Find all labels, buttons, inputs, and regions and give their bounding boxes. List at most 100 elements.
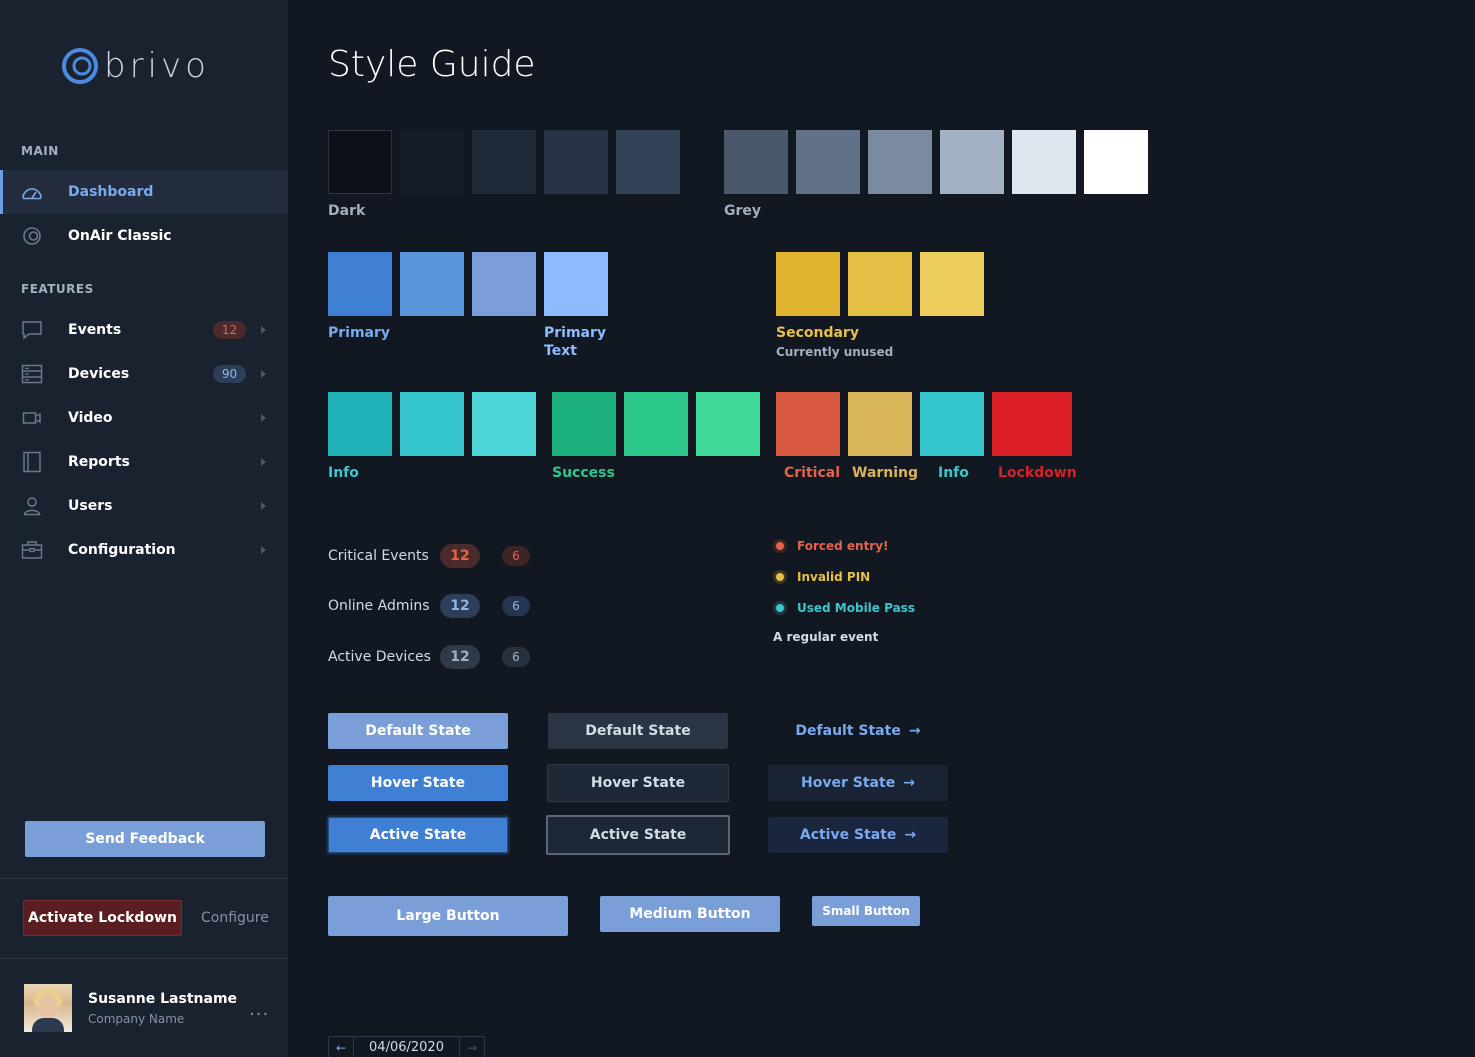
book-icon <box>21 451 43 473</box>
small-button[interactable]: Small Button <box>812 896 920 926</box>
arrow-right-icon: → <box>903 775 915 791</box>
swatch-success-3 <box>696 392 760 456</box>
swatch-label-critical: Critical <box>784 465 841 481</box>
arrow-left-icon[interactable]: ← <box>329 1037 353 1057</box>
swatch-label-primary-text-line1: Primary <box>544 325 607 341</box>
secondary-button-active[interactable]: Active State <box>546 815 730 855</box>
swatch-label-info-status: Info <box>938 465 969 481</box>
swatch-success-2 <box>624 392 688 456</box>
sidebar-divider <box>0 958 288 959</box>
event-item-regular[interactable]: A regular event <box>773 630 878 644</box>
chevron-right-icon <box>261 546 266 554</box>
date-value[interactable]: 04/06/2020 <box>353 1037 460 1057</box>
sidebar-item-dashboard[interactable]: Dashboard <box>0 170 288 214</box>
devices-count-badge: 90 <box>213 365 246 383</box>
swatch-grey-3 <box>868 130 932 194</box>
swatch-secondary-3 <box>920 252 984 316</box>
sidebar-item-label: Events <box>68 322 122 338</box>
swatch-critical <box>776 392 840 456</box>
send-feedback-button[interactable]: Send Feedback <box>25 821 265 857</box>
large-button[interactable]: Large Button <box>328 896 568 936</box>
status-dot-critical-icon <box>773 539 787 553</box>
swatch-grey-6 <box>1084 130 1148 194</box>
event-item-invalid-pin[interactable]: Invalid PIN <box>797 570 870 584</box>
primary-button-hover[interactable]: Hover State <box>328 765 508 801</box>
metric-label-critical-events: Critical Events <box>328 548 429 564</box>
sidebar-divider <box>0 878 288 879</box>
briefcase-icon <box>21 539 43 561</box>
link-button-hover[interactable]: Hover State → <box>768 765 948 801</box>
swatch-primary-2 <box>400 252 464 316</box>
count-pill-small: 6 <box>502 596 530 616</box>
status-dot-warning-icon <box>773 570 787 584</box>
sidebar-item-reports[interactable]: Reports <box>0 440 288 484</box>
swatch-grey-1 <box>724 130 788 194</box>
link-button-default[interactable]: Default State → <box>768 713 948 749</box>
swatch-label-lockdown: Lockdown <box>998 465 1077 481</box>
date-picker[interactable]: ← 04/06/2020 → <box>328 1036 485 1057</box>
metric-label-online-admins: Online Admins <box>328 598 430 614</box>
swatch-secondary-2 <box>848 252 912 316</box>
chat-bubble-icon <box>21 319 43 341</box>
secondary-button-default[interactable]: Default State <box>548 713 728 749</box>
page-title: Style Guide <box>328 44 536 85</box>
count-pill-large: 12 <box>440 645 480 669</box>
link-button-active[interactable]: Active State → <box>768 817 948 853</box>
activate-lockdown-button[interactable]: Activate Lockdown <box>23 900 182 936</box>
sidebar-item-onair-classic[interactable]: OnAir Classic <box>0 214 288 258</box>
primary-button-default[interactable]: Default State <box>328 713 508 749</box>
swatch-primary-text <box>544 252 608 316</box>
count-pill-large: 12 <box>440 544 480 568</box>
swatch-info-3 <box>472 392 536 456</box>
chevron-right-icon <box>261 458 266 466</box>
chevron-right-icon <box>261 326 266 334</box>
medium-button[interactable]: Medium Button <box>600 896 780 932</box>
arrow-right-icon: → <box>904 827 917 843</box>
onair-icon <box>21 225 43 247</box>
section-label-features: FEATURES <box>21 282 94 296</box>
swatch-info-status <box>920 392 984 456</box>
link-button-label: Hover State <box>801 775 896 791</box>
chevron-right-icon <box>261 370 266 378</box>
swatch-label-primary: Primary <box>328 325 391 341</box>
arrow-right-icon: → <box>908 723 921 739</box>
swatch-label-warning: Warning <box>852 465 919 481</box>
sidebar-item-label: Reports <box>68 454 130 470</box>
sidebar-item-label: Devices <box>68 366 130 382</box>
user-name: Susanne Lastname <box>88 991 238 1007</box>
more-options-icon[interactable]: ... <box>249 999 269 1020</box>
sidebar-item-events[interactable]: Events 12 <box>0 308 288 352</box>
event-item-forced-entry[interactable]: Forced entry! <box>797 539 889 553</box>
event-item-mobile-pass[interactable]: Used Mobile Pass <box>797 601 915 615</box>
sidebar-item-video[interactable]: Video <box>0 396 288 440</box>
sidebar-item-label: Configuration <box>68 542 176 558</box>
swatch-dark-5 <box>616 130 680 194</box>
count-pill-small: 6 <box>502 647 530 667</box>
arrow-right-icon[interactable]: → <box>460 1037 484 1057</box>
user-icon <box>21 495 43 517</box>
swatch-info-2 <box>400 392 464 456</box>
link-button-label: Default State <box>795 723 901 739</box>
swatch-grey-5 <box>1012 130 1076 194</box>
swatch-dark-3 <box>472 130 536 194</box>
swatch-label-success: Success <box>552 465 615 481</box>
brivo-logo-mark-icon <box>62 48 98 84</box>
brivo-logo-text: brivo <box>104 46 210 86</box>
avatar[interactable] <box>24 984 72 1032</box>
count-pill-large: 12 <box>440 594 480 618</box>
secondary-button-hover[interactable]: Hover State <box>547 764 729 802</box>
server-icon <box>21 363 43 385</box>
sidebar-item-configuration[interactable]: Configuration <box>0 528 288 572</box>
swatch-grey-4 <box>940 130 1004 194</box>
dashboard-gauge-icon <box>21 181 43 203</box>
sidebar-item-users[interactable]: Users <box>0 484 288 528</box>
swatch-dark-1 <box>328 130 392 194</box>
primary-button-active[interactable]: Active State <box>328 817 508 853</box>
sidebar-item-devices[interactable]: Devices 90 <box>0 352 288 396</box>
configure-link[interactable]: Configure <box>201 910 269 926</box>
chevron-right-icon <box>261 414 266 422</box>
swatch-primary-1 <box>328 252 392 316</box>
swatch-grey-2 <box>796 130 860 194</box>
chevron-right-icon <box>261 502 266 510</box>
brivo-logo[interactable]: brivo <box>60 44 210 88</box>
